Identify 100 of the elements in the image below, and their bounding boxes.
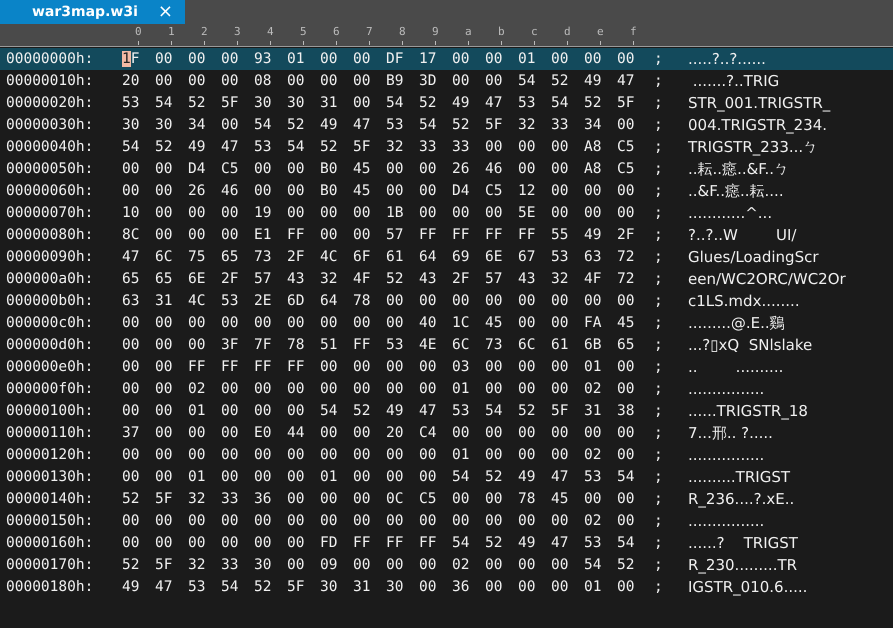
hex-byte[interactable]: 47 [551,466,584,488]
hex-byte[interactable]: 00 [518,576,551,598]
hex-byte[interactable]: 00 [485,136,518,158]
hex-byte[interactable]: 72 [617,246,650,268]
hex-byte[interactable]: 00 [353,92,386,114]
hex-byte[interactable]: 00 [386,554,419,576]
hex-byte[interactable]: 6D [287,290,320,312]
hex-byte[interactable]: 6C [155,246,188,268]
hex-byte[interactable]: 00 [320,312,353,334]
hex-byte[interactable]: 00 [320,488,353,510]
hex-byte[interactable]: 00 [221,444,254,466]
hex-byte[interactable]: 30 [386,576,419,598]
hex-byte[interactable]: 47 [221,136,254,158]
hex-byte[interactable]: 00 [188,48,221,70]
hex-byte[interactable]: 47 [617,70,650,92]
hex-byte[interactable]: FF [221,356,254,378]
hex-byte[interactable]: C5 [419,488,452,510]
hex-byte[interactable]: 00 [419,290,452,312]
hex-byte[interactable]: 53 [518,92,551,114]
hex-byte[interactable]: 6C [518,334,551,356]
hex-byte[interactable]: 26 [452,158,485,180]
hex-byte[interactable]: 49 [320,114,353,136]
hex-byte[interactable]: 00 [155,312,188,334]
hex-byte[interactable]: 26 [188,180,221,202]
hex-byte[interactable]: 00 [155,224,188,246]
hex-byte[interactable]: 00 [353,444,386,466]
hex-byte[interactable]: 00 [617,114,650,136]
hex-byte[interactable]: FF [485,224,518,246]
hex-byte[interactable]: 52 [584,92,617,114]
hex-byte[interactable]: 45 [353,158,386,180]
hex-byte[interactable]: 00 [353,70,386,92]
hex-byte[interactable]: 54 [320,400,353,422]
hex-byte[interactable]: 00 [386,378,419,400]
hex-byte[interactable]: 01 [287,48,320,70]
hex-byte[interactable]: 00 [485,290,518,312]
hex-byte[interactable]: 47 [353,114,386,136]
hex-byte[interactable]: 00 [617,510,650,532]
hex-byte[interactable]: 5F [155,554,188,576]
hex-byte[interactable]: 65 [122,268,155,290]
hex-byte[interactable]: FF [353,532,386,554]
close-icon[interactable]: × [158,3,173,21]
hex-byte[interactable]: 54 [287,136,320,158]
hex-byte[interactable]: 00 [122,312,155,334]
hex-byte[interactable]: 00 [287,202,320,224]
hex-byte[interactable]: 53 [122,92,155,114]
hex-byte[interactable]: 00 [353,488,386,510]
hex-byte[interactable]: 00 [320,356,353,378]
hex-byte[interactable]: 00 [287,466,320,488]
hex-byte[interactable]: 52 [254,576,287,598]
hex-byte[interactable]: 00 [155,48,188,70]
hex-byte[interactable]: 00 [320,70,353,92]
hex-byte[interactable]: 6E [188,268,221,290]
hex-byte[interactable]: 47 [485,92,518,114]
hex-byte[interactable]: 00 [122,180,155,202]
hex-byte[interactable]: 53 [254,136,287,158]
hex-byte[interactable]: 00 [584,180,617,202]
hex-byte[interactable]: 00 [386,158,419,180]
hex-byte[interactable]: 02 [452,554,485,576]
hex-byte[interactable]: 53 [452,400,485,422]
hex-byte[interactable]: A8 [584,136,617,158]
hex-byte[interactable]: 00 [485,554,518,576]
hex-byte[interactable]: 00 [617,422,650,444]
hex-byte[interactable]: 00 [221,378,254,400]
hex-byte[interactable]: 37 [122,422,155,444]
hex-byte[interactable]: 00 [518,422,551,444]
hex-byte[interactable]: 00 [320,510,353,532]
hex-byte[interactable]: 46 [485,158,518,180]
hex-byte[interactable]: 00 [485,576,518,598]
hex-byte[interactable]: 1C [452,312,485,334]
hex-byte[interactable]: FF [188,356,221,378]
hex-byte[interactable]: 00 [584,202,617,224]
hex-byte[interactable]: 00 [254,400,287,422]
hex-byte[interactable]: 4C [320,246,353,268]
hex-byte[interactable]: 63 [584,246,617,268]
hex-byte[interactable]: 00 [221,532,254,554]
hex-byte[interactable]: 00 [485,444,518,466]
hex-byte[interactable]: 54 [617,532,650,554]
hex-byte[interactable]: 1B [386,202,419,224]
hex-byte[interactable]: A8 [584,158,617,180]
hex-byte[interactable]: 00 [518,290,551,312]
hex-byte[interactable]: 3F [221,334,254,356]
hex-byte[interactable]: 00 [452,488,485,510]
hex-byte[interactable]: 00 [122,466,155,488]
hex-byte[interactable]: 6E [485,246,518,268]
hex-byte[interactable]: 49 [188,136,221,158]
hex-byte[interactable]: 00 [254,378,287,400]
hex-byte[interactable]: 49 [518,466,551,488]
hex-byte[interactable]: 00 [287,400,320,422]
hex-byte[interactable]: 57 [485,268,518,290]
hex-byte[interactable]: 54 [386,92,419,114]
hex-byte[interactable]: 54 [221,576,254,598]
hex-byte[interactable]: 00 [155,466,188,488]
hex-byte[interactable]: C4 [419,422,452,444]
hex-byte[interactable]: 00 [188,70,221,92]
hex-byte[interactable]: 32 [188,554,221,576]
hex-byte[interactable]: 00 [485,70,518,92]
hex-byte[interactable]: 32 [551,268,584,290]
hex-byte[interactable]: 00 [221,422,254,444]
hex-byte[interactable]: FF [386,532,419,554]
hex-byte[interactable]: 49 [584,224,617,246]
